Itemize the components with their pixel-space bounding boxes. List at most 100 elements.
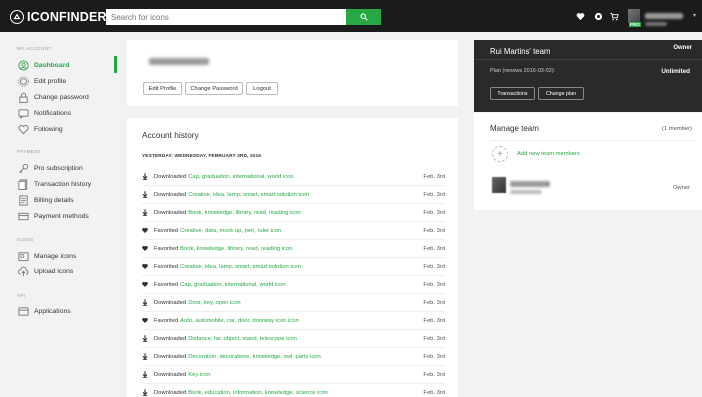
heart-icon [142, 227, 150, 234]
sidebar-item-change-password[interactable]: Change password [17, 91, 89, 103]
history-date: Feb. 3rd [423, 227, 445, 234]
edit-profile-button[interactable]: Edit Profile [143, 82, 182, 95]
sidebar-item-payment-methods[interactable]: Payment methods [17, 210, 89, 222]
sidebar-item-applications[interactable]: Applications [17, 305, 71, 317]
manage-team-title: Manage team [490, 124, 539, 133]
sidebar-item-label: Following [34, 125, 63, 133]
history-row: Favorited Creative, data, mock up, pen, r… [142, 222, 445, 240]
history-icon-link[interactable]: Book, knowledge, library, read, reading … [180, 246, 292, 252]
sidebar-item-label: Edit profile [34, 77, 67, 85]
add-team-members-link[interactable]: Add new team members [517, 151, 580, 157]
gear-icon [17, 75, 29, 87]
history-row: Favorited Auto, automobile, car, door, do… [142, 312, 445, 330]
history-date: Feb. 3rd [423, 191, 445, 198]
plan-value: Unlimited [661, 68, 690, 75]
history-date: Feb. 3rd [423, 353, 445, 360]
sidebar-item-upload-icons[interactable]: Upload icons [17, 265, 73, 277]
history-date: Feb. 3rd [423, 209, 445, 216]
history-action: Favorited [154, 245, 179, 252]
history-action: Downloaded [154, 209, 187, 216]
heart-icon [142, 245, 150, 252]
sidebar-section-payment: PAYMENT [17, 149, 42, 154]
plan-text: Plan (renews 2016-03-02): [490, 68, 556, 74]
sidebar-item-label: Dashboard [34, 61, 70, 69]
divider [474, 59, 702, 60]
history-icon-link[interactable]: Auto, automobile, car, door, doorway ico… [180, 318, 299, 324]
sidebar-item-label: Notifications [34, 109, 72, 117]
history-row: Downloaded Cap, graduation, international… [142, 168, 445, 186]
sidebar-item-label: Billing details [34, 196, 74, 204]
sidebar-item-dashboard[interactable]: Dashboard [17, 59, 70, 71]
sidebar-item-edit-profile[interactable]: Edit profile [17, 75, 66, 87]
history-icon-link[interactable]: Creative, idea, lamp, smart, smart solut… [188, 192, 309, 198]
history-icon-link[interactable]: Door, key, open icon [188, 300, 240, 306]
sidebar-item-pro-subscription[interactable]: Pro subscription [17, 162, 83, 174]
sidebar-item-following[interactable]: Following [17, 123, 63, 135]
history-icon-link[interactable]: Cap, graduation, international, world ic… [188, 174, 293, 180]
history-action: Downloaded [154, 389, 187, 396]
user-avatar[interactable] [628, 9, 640, 23]
history-date: Feb. 3rd [423, 389, 445, 396]
sidebar-item-label: Change password [34, 93, 89, 101]
favorites-heart-icon[interactable] [576, 12, 585, 21]
history-action: Favorited [154, 263, 179, 270]
history-row: Downloaded Book, education, information, … [142, 384, 445, 397]
profile-card: Edit Profile Change Password Logout [127, 40, 458, 106]
team-name: Rui Martins' team [490, 47, 551, 56]
sidebar-item-manage-icons[interactable]: Manage icons [17, 250, 76, 262]
sidebar-item-transaction-history[interactable]: Transaction history [17, 178, 91, 190]
sidebar-item-notifications[interactable]: Notifications [17, 107, 71, 119]
download-icon [142, 191, 150, 198]
history-icon-link[interactable]: Cap, graduation, international, world ic… [180, 282, 285, 288]
history-action: Downloaded [154, 299, 187, 306]
sidebar-section-icons: ICONS [17, 237, 34, 242]
search-input[interactable] [106, 9, 346, 25]
transactions-button[interactable]: Transactions [490, 87, 535, 100]
sidebar-item-billing-details[interactable]: Billing details [17, 194, 74, 206]
manage-team-card: Manage team (1 member) + Add new team me… [474, 113, 702, 210]
add-member-plus-icon[interactable]: + [492, 146, 508, 162]
history-action: Downloaded [154, 371, 187, 378]
history-icon-link[interactable]: Distance, far, object, stand, telescope … [188, 336, 297, 342]
cart-icon[interactable] [610, 12, 619, 21]
history-action: Downloaded [154, 191, 187, 198]
history-icon-link[interactable]: Book, education, information, knowledge,… [188, 390, 328, 396]
member-role: Owner [672, 185, 690, 191]
team-card: Rui Martins' team Owner Plan (renews 201… [474, 40, 702, 112]
heart-icon [142, 317, 150, 324]
history-icon-link[interactable]: Book, knowledge, library, read, reading … [188, 210, 300, 216]
change-password-button[interactable]: Change Password [185, 82, 243, 95]
sidebar-section-api: API [17, 293, 26, 298]
window-icon [17, 305, 29, 317]
history-row: Downloaded Key icon Feb. 3rd [142, 366, 445, 384]
user-name-blurred[interactable] [645, 13, 683, 19]
chevron-down-icon[interactable]: ▾ [693, 12, 696, 19]
logout-button[interactable]: Logout [246, 82, 278, 95]
key-icon [17, 162, 29, 174]
credit-card-icon [17, 210, 29, 222]
history-row: Favorited Book, knowledge, library, read,… [142, 240, 445, 258]
iconfinder-logo[interactable]: ICONFINDER [10, 9, 107, 24]
history-row: Downloaded Door, key, open icon Feb. 3rd [142, 294, 445, 312]
history-date: Feb. 3rd [423, 245, 445, 252]
sidebar-item-label: Pro subscription [34, 164, 83, 172]
history-row: Downloaded Decoration, decorations, knowl… [142, 348, 445, 366]
account-history-card: Account history YESTERDAY: WEDNESDAY, FE… [127, 118, 458, 397]
search-button[interactable] [346, 9, 381, 25]
change-plan-button[interactable]: Change plan [538, 87, 584, 100]
document-icon [17, 194, 29, 206]
history-date: Feb. 3rd [423, 173, 445, 180]
history-icon-link[interactable]: Creative, idea, lamp, smart, smart solut… [180, 264, 301, 270]
user-subtitle-blurred [645, 22, 667, 26]
account-history-title: Account history [142, 130, 199, 140]
member-count: (1 member) [662, 126, 692, 132]
collections-icon[interactable] [594, 12, 603, 21]
history-row: Downloaded Distance, far, object, stand, … [142, 330, 445, 348]
history-action: Downloaded [154, 335, 187, 342]
download-icon [142, 389, 150, 396]
history-icon-link[interactable]: Creative, data, mock up, pen, ruler icon [180, 228, 281, 234]
history-icon-link[interactable]: Decoration, decorations, knowledge, owl,… [188, 354, 320, 360]
sidebar-item-label: Applications [34, 307, 71, 315]
history-icon-link[interactable]: Key icon [188, 372, 210, 378]
cloud-upload-icon [17, 265, 29, 277]
